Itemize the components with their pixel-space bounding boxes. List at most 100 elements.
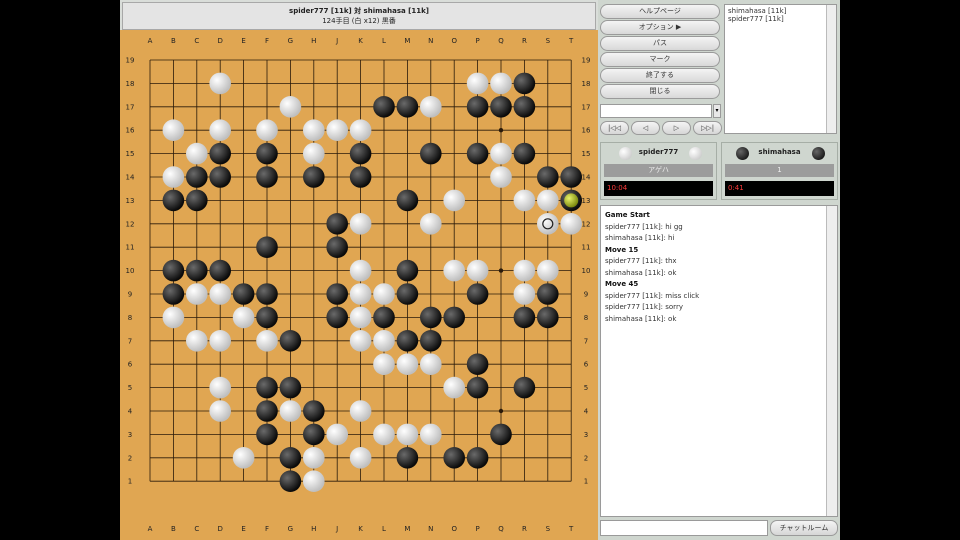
go-board-area[interactable]: A A B B C C D D E E F F G G H H J J K K L L M M N N O O P P Q Q R R S S T T 19… xyxy=(120,30,600,540)
black-stone[interactable] xyxy=(162,189,185,212)
white-stone[interactable] xyxy=(303,447,325,469)
black-stone[interactable] xyxy=(513,142,536,165)
white-stone[interactable] xyxy=(537,259,559,282)
white-stone[interactable] xyxy=(232,306,255,329)
black-stone[interactable] xyxy=(396,259,419,282)
white-stone[interactable] xyxy=(443,376,466,399)
black-stone[interactable] xyxy=(326,236,348,258)
first-move-button[interactable]: |◁◁ xyxy=(600,121,629,135)
white-stone[interactable] xyxy=(232,447,255,469)
move-input[interactable] xyxy=(600,104,712,118)
finish-button[interactable]: 終了する xyxy=(600,68,720,83)
black-stone[interactable] xyxy=(256,306,278,329)
black-stone[interactable] xyxy=(396,96,419,118)
white-stone[interactable] xyxy=(420,423,442,446)
black-stone[interactable] xyxy=(256,400,278,422)
white-stone[interactable] xyxy=(186,283,208,305)
black-stone[interactable] xyxy=(303,400,325,422)
black-stone[interactable] xyxy=(279,470,302,493)
white-stone[interactable] xyxy=(349,283,372,305)
white-stone[interactable] xyxy=(490,166,512,188)
white-stone[interactable] xyxy=(490,72,512,95)
white-stone[interactable] xyxy=(349,447,372,469)
black-stone[interactable] xyxy=(162,259,185,282)
white-stone[interactable] xyxy=(256,119,278,141)
chat-log[interactable]: Game Start spider777 [11k]: hi gg shimahas… xyxy=(600,205,838,517)
white-stone[interactable] xyxy=(279,96,302,118)
black-stone[interactable] xyxy=(349,142,372,165)
pass-button[interactable]: パス xyxy=(600,36,720,51)
black-stone[interactable] xyxy=(303,166,325,188)
black-stone[interactable] xyxy=(490,96,512,118)
white-stone[interactable] xyxy=(303,142,325,165)
white-stone[interactable] xyxy=(466,259,489,282)
white-stone[interactable] xyxy=(396,423,419,446)
white-stone[interactable] xyxy=(349,119,372,141)
options-button[interactable]: オプション ▶ xyxy=(600,20,720,35)
move-input-arrow-icon[interactable]: ▾ xyxy=(713,104,721,118)
white-stone[interactable] xyxy=(490,142,512,165)
black-stone[interactable] xyxy=(443,447,466,469)
white-stone[interactable] xyxy=(162,306,185,329)
black-stone[interactable] xyxy=(279,447,302,469)
black-stone[interactable] xyxy=(303,423,325,446)
player-list-item[interactable]: shimahasa [11k] xyxy=(728,7,833,15)
white-stone[interactable] xyxy=(560,213,582,235)
black-stone[interactable] xyxy=(396,189,419,212)
chat-room-button[interactable]: チャットルーム xyxy=(770,520,838,536)
black-stone[interactable] xyxy=(396,283,419,305)
black-stone[interactable] xyxy=(396,447,419,469)
white-stone[interactable] xyxy=(349,259,372,282)
player-list-scrollbar[interactable] xyxy=(826,5,836,133)
white-stone[interactable] xyxy=(513,283,536,305)
help-button[interactable]: ヘルプページ xyxy=(600,4,720,19)
white-stone[interactable] xyxy=(186,330,208,352)
black-stone[interactable] xyxy=(186,166,208,188)
black-stone[interactable] xyxy=(186,259,208,282)
white-stone[interactable] xyxy=(349,213,372,235)
black-stone[interactable] xyxy=(373,96,395,118)
white-stone[interactable] xyxy=(537,213,559,235)
black-stone[interactable] xyxy=(420,330,442,352)
white-stone[interactable] xyxy=(513,259,536,282)
black-stone[interactable] xyxy=(209,259,231,282)
black-stone[interactable] xyxy=(537,306,559,329)
black-stone[interactable] xyxy=(326,213,348,235)
black-stone[interactable] xyxy=(326,306,348,329)
close-button[interactable]: 閉じる xyxy=(600,84,720,99)
black-stone[interactable] xyxy=(279,330,302,352)
prev-move-button[interactable]: ◁ xyxy=(631,121,660,135)
white-stone[interactable] xyxy=(373,353,395,376)
white-stone[interactable] xyxy=(349,306,372,329)
black-stone[interactable] xyxy=(349,166,372,188)
black-stone[interactable] xyxy=(513,306,536,329)
black-stone[interactable] xyxy=(560,166,582,188)
white-stone[interactable] xyxy=(209,283,231,305)
black-stone[interactable] xyxy=(490,423,512,446)
white-stone[interactable] xyxy=(466,72,489,95)
black-stone[interactable] xyxy=(256,166,278,188)
mark-button[interactable]: マーク xyxy=(600,52,720,67)
black-stone[interactable] xyxy=(513,72,536,95)
white-stone[interactable] xyxy=(373,330,395,352)
chat-scrollbar[interactable] xyxy=(826,206,837,516)
black-stone[interactable] xyxy=(326,283,348,305)
black-stone[interactable] xyxy=(443,306,466,329)
white-stone[interactable] xyxy=(420,353,442,376)
white-stone[interactable] xyxy=(537,189,559,212)
white-stone[interactable] xyxy=(349,400,372,422)
black-stone[interactable] xyxy=(466,283,489,305)
black-stone[interactable] xyxy=(373,306,395,329)
white-stone[interactable] xyxy=(303,470,325,493)
white-stone[interactable] xyxy=(420,213,442,235)
black-stone[interactable] xyxy=(466,96,489,118)
go-board[interactable]: AABBCCDDEEFFGGHHJJKKLLMMNNOOPPQQRRSSTT19… xyxy=(120,30,596,540)
chat-input[interactable] xyxy=(600,520,768,536)
white-stone[interactable] xyxy=(443,259,466,282)
black-stone[interactable] xyxy=(466,376,489,399)
black-stone[interactable] xyxy=(396,330,419,352)
white-stone[interactable] xyxy=(326,119,348,141)
white-stone[interactable] xyxy=(256,330,278,352)
white-stone[interactable] xyxy=(513,189,536,212)
next-move-button[interactable]: ▷ xyxy=(662,121,691,135)
